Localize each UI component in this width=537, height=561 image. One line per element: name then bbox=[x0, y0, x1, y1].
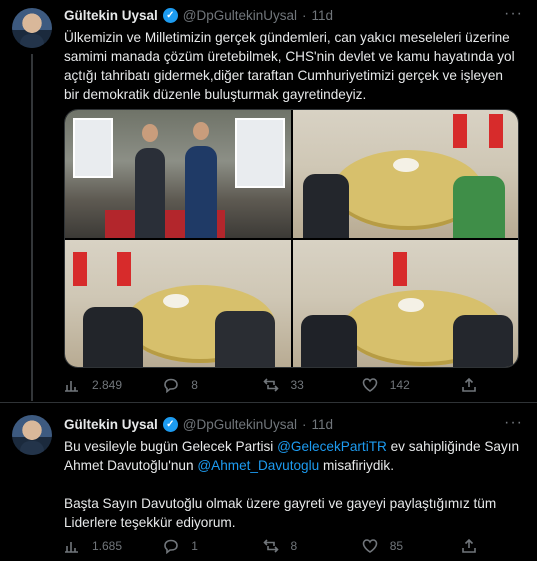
analytics-icon bbox=[65, 381, 78, 392]
retweet-icon bbox=[262, 378, 279, 392]
reply-count: 8 bbox=[191, 378, 198, 392]
photo-4[interactable] bbox=[292, 239, 518, 367]
mention-link[interactable]: @GelecekPartiTR bbox=[277, 439, 387, 454]
tweet-time[interactable]: 11d bbox=[312, 417, 334, 432]
person bbox=[452, 315, 513, 367]
person bbox=[302, 173, 349, 238]
retweet-count: 33 bbox=[290, 378, 304, 392]
like-count: 142 bbox=[389, 378, 410, 392]
person bbox=[452, 175, 505, 238]
flowers bbox=[397, 297, 424, 312]
author-handle[interactable]: @DpGultekinUysal bbox=[183, 8, 297, 23]
person-head bbox=[193, 122, 209, 140]
views-count: 2.849 bbox=[92, 378, 123, 392]
separator: · bbox=[302, 8, 307, 23]
more-options-icon[interactable]: ··· bbox=[504, 414, 523, 432]
photo-3[interactable] bbox=[65, 239, 291, 367]
separator: · bbox=[302, 417, 307, 432]
flag bbox=[73, 251, 87, 286]
like-count: 85 bbox=[389, 539, 404, 553]
mention-link[interactable]: @Ahmet_Davutoglu bbox=[197, 458, 319, 473]
heart-icon bbox=[362, 539, 378, 553]
tweet-2[interactable]: Gültekin Uysal ✓ @DpGultekinUysal · 11d … bbox=[0, 402, 537, 561]
analytics-icon bbox=[65, 542, 78, 553]
text-segment: misafiriydik. bbox=[319, 458, 394, 473]
person bbox=[215, 311, 275, 367]
flag bbox=[488, 114, 503, 148]
person bbox=[300, 315, 357, 367]
reply-icon bbox=[164, 539, 179, 554]
verified-badge-icon: ✓ bbox=[162, 417, 178, 432]
person bbox=[83, 307, 143, 367]
reply-button[interactable]: 8 bbox=[163, 377, 223, 393]
thread-line bbox=[31, 54, 33, 401]
flag bbox=[392, 251, 407, 286]
author-handle[interactable]: @DpGultekinUysal bbox=[183, 417, 297, 432]
share-icon bbox=[462, 377, 476, 392]
person-head bbox=[142, 124, 158, 142]
tweet-paragraph-2: Başta Sayın Davutoğlu olmak üzere gayret… bbox=[64, 496, 497, 530]
heart-icon bbox=[362, 378, 378, 392]
reply-button[interactable]: 1 bbox=[163, 538, 223, 554]
views-button[interactable]: 1.685 bbox=[64, 538, 124, 554]
flowers bbox=[163, 293, 189, 308]
flag bbox=[117, 251, 131, 286]
reply-count: 1 bbox=[191, 539, 198, 553]
tweet-1[interactable]: Gültekin Uysal ✓ @DpGultekinUysal · 11d … bbox=[0, 0, 537, 401]
window bbox=[73, 118, 113, 178]
tweet-text: Bu vesileyle bugün Gelecek Partisi @Gele… bbox=[64, 437, 521, 551]
tweet-time[interactable]: 11d bbox=[312, 8, 334, 23]
author-name[interactable]: Gültekin Uysal bbox=[64, 8, 158, 23]
person bbox=[135, 147, 165, 238]
tweet-actions: 1.685 1 8 85 bbox=[64, 538, 477, 554]
views-button[interactable]: 2.849 bbox=[64, 377, 124, 393]
share-icon bbox=[462, 538, 476, 553]
text-segment: Bu vesileyle bugün Gelecek Partisi bbox=[64, 439, 278, 454]
author-name[interactable]: Gültekin Uysal bbox=[64, 417, 158, 432]
avatar[interactable] bbox=[12, 8, 52, 48]
retweet-count: 8 bbox=[290, 539, 298, 553]
share-button[interactable] bbox=[461, 377, 477, 393]
views-count: 1.685 bbox=[92, 539, 123, 553]
tweet-media-grid[interactable] bbox=[64, 109, 519, 368]
tweet-paragraph-1: Bu vesileyle bugün Gelecek Partisi @Gele… bbox=[64, 437, 521, 475]
retweet-button[interactable]: 8 bbox=[262, 538, 323, 554]
retweet-icon bbox=[262, 539, 279, 553]
retweet-button[interactable]: 33 bbox=[262, 377, 323, 393]
share-button[interactable] bbox=[461, 538, 477, 554]
tweet-header: Gültekin Uysal ✓ @DpGultekinUysal · 11d bbox=[64, 8, 527, 23]
more-options-icon[interactable]: ··· bbox=[504, 5, 523, 23]
tweet-actions: 2.849 8 33 142 bbox=[64, 377, 477, 393]
photo-1[interactable] bbox=[65, 110, 291, 238]
like-button[interactable]: 85 bbox=[362, 538, 422, 554]
verified-badge-icon: ✓ bbox=[162, 8, 178, 23]
tweet-text: Ülkemizin ve Milletimizin gerçek gündeml… bbox=[64, 30, 515, 102]
reply-icon bbox=[164, 378, 179, 393]
flowers bbox=[392, 158, 419, 172]
window bbox=[235, 118, 285, 188]
tweet-header: Gültekin Uysal ✓ @DpGultekinUysal · 11d bbox=[64, 417, 527, 432]
person bbox=[185, 145, 217, 238]
photo-2[interactable] bbox=[292, 110, 518, 238]
like-button[interactable]: 142 bbox=[362, 377, 422, 393]
avatar[interactable] bbox=[12, 415, 52, 455]
flag bbox=[452, 114, 467, 148]
